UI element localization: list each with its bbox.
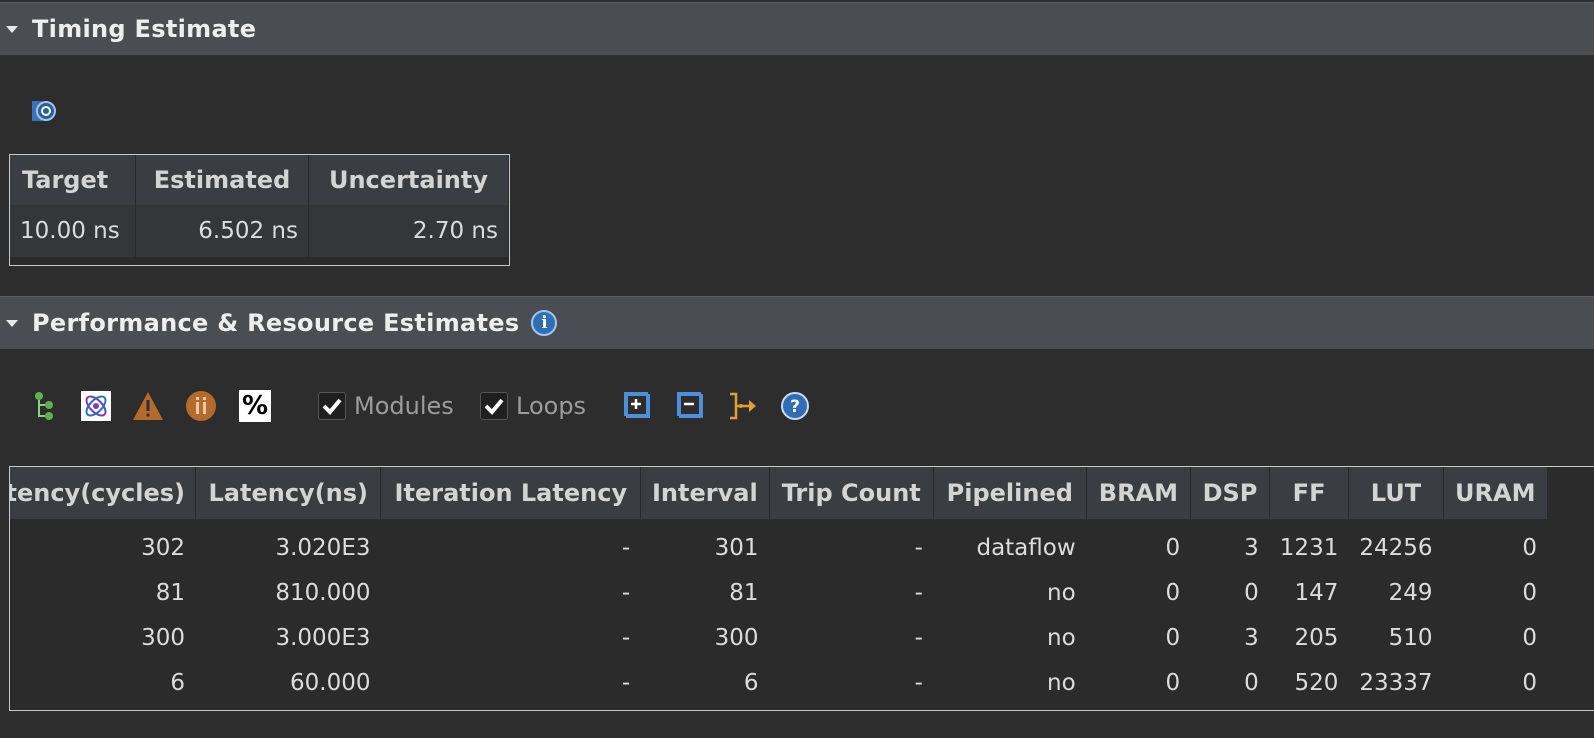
performance-section-title: Performance & Resource Estimates (32, 309, 520, 337)
cell-bram: 0 (1086, 519, 1192, 570)
cell-dsp: 0 (1190, 570, 1270, 615)
cell-uram: 0 (1443, 615, 1549, 660)
collapse-caret-icon[interactable] (6, 319, 18, 327)
cell-latency-ns: 810.000 (195, 570, 382, 615)
help-icon[interactable]: ? (779, 390, 811, 422)
cell-iteration-latency: - (380, 519, 642, 570)
cell-dsp: 3 (1190, 519, 1270, 570)
cell-trip-count: - (769, 570, 934, 615)
timing-estimated-value: 6.502 ns (135, 205, 309, 257)
header-uram[interactable]: URAM (1443, 467, 1549, 519)
modules-checkbox-label: Modules (354, 392, 454, 420)
performance-section-header[interactable]: Performance & Resource Estimates i (0, 296, 1594, 349)
table-row[interactable]: 6 60.000-6- no 0 0 520 23337 0 (10, 660, 1549, 705)
table-row[interactable]: 302 3.020E3-301- dataflow 0 3 1231 24256 0 (10, 519, 1549, 570)
schedule-viewer-icon[interactable] (80, 390, 112, 422)
performance-table: Latency(cycles) Latency(ns) Iteration La… (9, 466, 1594, 711)
timing-header-target[interactable]: Target (10, 155, 136, 205)
cell-uram: 0 (1443, 660, 1549, 705)
cell-latency-cycles: 302 (10, 519, 197, 570)
cell-dsp: 3 (1190, 615, 1270, 660)
cell-iteration-latency: - (380, 570, 642, 615)
table-row: 10.00 ns 6.502 ns 2.70 ns (10, 205, 509, 257)
cell-pipelined: no (933, 615, 1087, 660)
expand-all-icon[interactable] (622, 390, 654, 422)
header-trip-count[interactable]: Trip Count (769, 467, 934, 519)
cell-lut: 23337 (1348, 660, 1444, 705)
cell-ff: 147 (1269, 570, 1350, 615)
timing-uncertainty-value: 2.70 ns (308, 205, 509, 257)
cell-iteration-latency: - (380, 660, 642, 705)
svg-text:?: ? (790, 397, 800, 417)
cell-trip-count: - (769, 615, 934, 660)
header-latency-cycles[interactable]: Latency(cycles) (10, 467, 197, 519)
header-interval[interactable]: Interval (640, 467, 770, 519)
modules-checkbox[interactable]: Modules (318, 392, 454, 420)
cell-lut: 24256 (1348, 519, 1444, 570)
cell-latency-ns: 3.020E3 (195, 519, 382, 570)
cell-interval: 81 (640, 570, 770, 615)
timing-section-header[interactable]: Timing Estimate (0, 2, 1594, 55)
info-icon[interactable]: i (531, 310, 558, 336)
cell-lut: 249 (1348, 570, 1444, 615)
cell-latency-cycles: 6 (10, 660, 197, 705)
header-bram[interactable]: BRAM (1086, 467, 1192, 519)
check-icon[interactable] (318, 392, 346, 420)
timing-header-estimated[interactable]: Estimated (135, 155, 309, 205)
cell-bram: 0 (1086, 615, 1192, 660)
cell-lut: 510 (1348, 615, 1444, 660)
dataflow-icon[interactable] (727, 390, 759, 422)
hierarchy-icon[interactable] (28, 390, 60, 422)
cell-interval: 301 (640, 519, 770, 570)
cell-pipelined: dataflow (933, 519, 1087, 570)
collapse-all-icon[interactable] (675, 390, 707, 422)
cell-dsp: 0 (1190, 660, 1270, 705)
cell-uram: 0 (1443, 519, 1549, 570)
header-iteration-latency[interactable]: Iteration Latency (380, 467, 642, 519)
cell-interval: 300 (640, 615, 770, 660)
cell-ff: 1231 (1269, 519, 1350, 570)
timing-section-title: Timing Estimate (32, 15, 257, 43)
cell-pipelined: no (933, 570, 1087, 615)
cell-trip-count: - (769, 660, 934, 705)
collapse-caret-icon[interactable] (6, 25, 18, 33)
table-row[interactable]: 300 3.000E3-300- no 0 3 205 510 0 (10, 615, 1549, 660)
cell-bram: 0 (1086, 660, 1192, 705)
timing-target-value: 10.00 ns (10, 205, 136, 257)
clock-gear-icon[interactable] (30, 98, 60, 126)
header-dsp[interactable]: DSP (1190, 467, 1270, 519)
cell-latency-ns: 3.000E3 (195, 615, 382, 660)
cell-ff: 205 (1269, 615, 1350, 660)
cell-ff: 520 (1269, 660, 1350, 705)
check-icon[interactable] (480, 392, 508, 420)
loops-checkbox-label: Loops (516, 392, 587, 420)
cell-uram: 0 (1443, 570, 1549, 615)
cell-latency-cycles: 300 (10, 615, 197, 660)
performance-toolbar: % Modules Loops ? (0, 386, 1594, 430)
percent-icon[interactable]: % (239, 390, 271, 422)
table-row[interactable]: 81 810.000-81- no 0 0 147 249 0 (10, 570, 1549, 615)
cell-latency-ns: 60.000 (195, 660, 382, 705)
warning-icon[interactable] (132, 390, 164, 422)
loops-checkbox[interactable]: Loops (480, 392, 586, 420)
cell-bram: 0 (1086, 570, 1192, 615)
header-ff[interactable]: FF (1269, 467, 1350, 519)
cell-pipelined: no (933, 660, 1087, 705)
interface-icon[interactable] (185, 390, 217, 422)
cell-iteration-latency: - (380, 615, 642, 660)
timing-header-uncertainty[interactable]: Uncertainty (308, 155, 509, 205)
cell-trip-count: - (769, 519, 934, 570)
header-lut[interactable]: LUT (1348, 467, 1444, 519)
timing-table: Target Estimated Uncertainty 10.00 ns 6.… (9, 154, 510, 266)
header-pipelined[interactable]: Pipelined (933, 467, 1087, 519)
cell-latency-cycles: 81 (10, 570, 197, 615)
header-latency-ns[interactable]: Latency(ns) (195, 467, 382, 519)
cell-interval: 6 (640, 660, 770, 705)
